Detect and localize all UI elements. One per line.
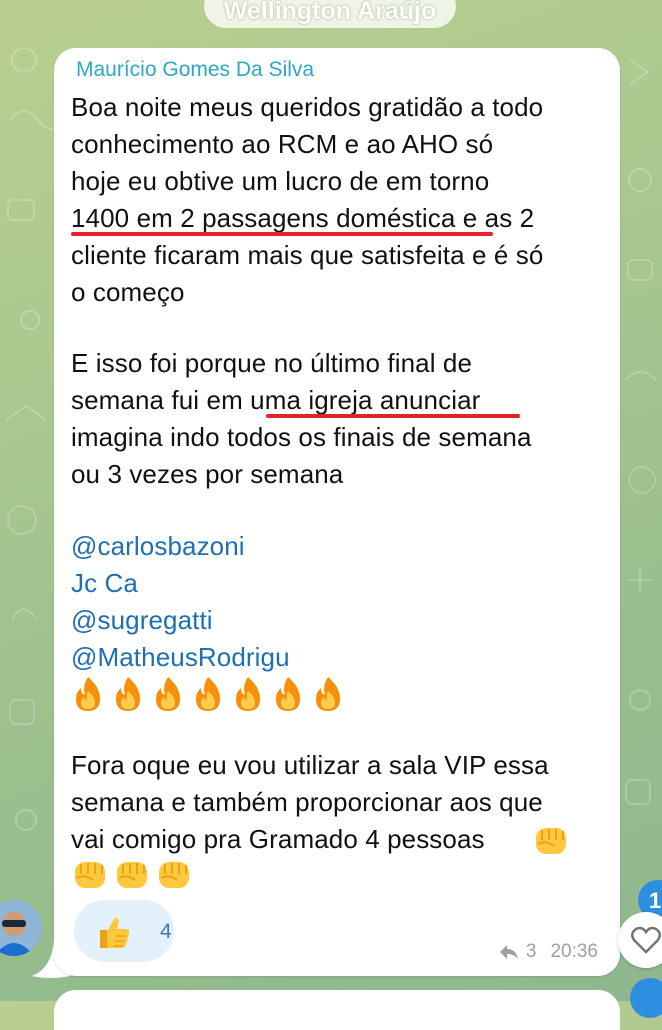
mention-link[interactable]: @sugregatti [71, 605, 213, 636]
message-line: 1400 em 2 passagens doméstica e as 2 [71, 203, 535, 233]
message-line: vai comigo pra Gramado 4 pessoas [71, 824, 485, 854]
message-line: conhecimento ao RCM e ao AHO só [71, 129, 494, 159]
fire-emoji-icon [236, 677, 260, 711]
heart-reaction-button[interactable] [618, 912, 662, 968]
fist-emoji-icon [536, 828, 566, 854]
message-line: semana fui em uma igreja anunciar [71, 385, 481, 415]
reaction-count: 4 [160, 920, 172, 943]
reply-arrow-icon [499, 945, 518, 959]
fist-emoji-icon [532, 822, 570, 863]
message-bubble[interactable]: Maurício Gomes Da Silva Boa noite meus q… [54, 48, 620, 976]
fist-emoji-row [71, 856, 193, 892]
reaction-chip[interactable]: 4 [74, 900, 174, 962]
mention-link[interactable]: Jc Ca [71, 568, 138, 599]
message-line: imagina indo todos os finais de semana [71, 422, 532, 452]
fire-emoji-icon [116, 677, 140, 711]
previous-sender-pill: Wellington Araújo [204, 0, 456, 28]
message-line: ou 3 vezes por semana [71, 459, 344, 489]
message-line: hoje eu obtive um lucro de em torno [71, 166, 490, 196]
thumbs-up-icon [100, 917, 130, 948]
mention-link[interactable]: @carlosbazoni [71, 531, 245, 562]
fire-emoji-icon [276, 677, 300, 711]
fire-emoji-icon [316, 677, 340, 711]
message-line: E isso foi porque no último final de [71, 348, 473, 378]
next-message-bubble[interactable] [54, 990, 620, 1030]
fire-emoji-icon [196, 677, 220, 711]
message-line: cliente ficaram mais que satisfeita e é … [71, 240, 544, 270]
unread-badge-count: 1 [649, 888, 662, 913]
fire-emoji-row [70, 675, 346, 713]
fist-emoji-icon [117, 862, 147, 888]
message-line: semana e também proporcionar aos que [71, 787, 543, 817]
mention-link[interactable]: @MatheusRodrigu [71, 642, 290, 673]
message-meta: 3 20:36 [498, 941, 598, 963]
red-underline-church [266, 414, 520, 418]
heart-outline-icon [631, 926, 661, 954]
message-line: Fora oque eu vou utilizar a sala VIP ess… [71, 750, 549, 780]
fist-emoji-icon [159, 862, 189, 888]
sender-name[interactable]: Maurício Gomes Da Silva [76, 58, 314, 82]
previous-sender-name: Wellington Araújo [223, 0, 437, 25]
scroll-badge[interactable] [630, 978, 662, 1018]
message-line: Boa noite meus queridos gratidão a todo [71, 92, 544, 122]
fist-emoji-icon [75, 862, 105, 888]
fire-emoji-icon [76, 677, 100, 711]
reply-count: 3 [525, 941, 537, 962]
message-time: 20:36 [550, 941, 598, 962]
message-line: o começo [71, 277, 185, 307]
fire-emoji-icon [156, 677, 180, 711]
red-underline-profit [71, 232, 493, 236]
